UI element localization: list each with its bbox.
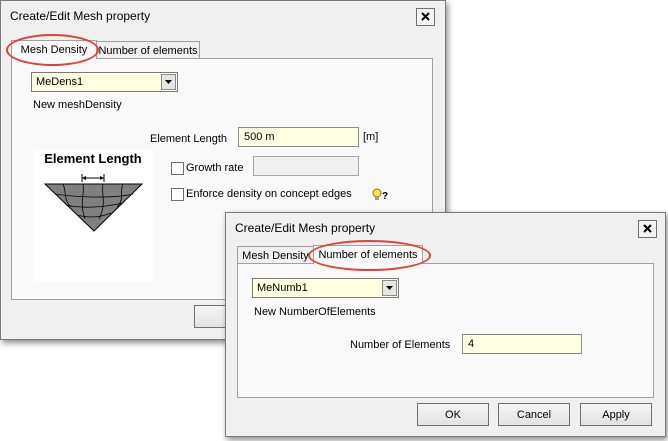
input-value: 500 m	[244, 131, 275, 143]
number-of-elements-input[interactable]: 4	[462, 334, 582, 354]
object-name-label: New meshDensity	[33, 99, 122, 111]
chevron-down-icon	[386, 286, 393, 290]
button-label: Cancel	[516, 409, 552, 421]
close-button[interactable]	[638, 220, 657, 238]
close-icon	[643, 224, 652, 233]
dialog-title: Create/Edit Mesh property	[235, 221, 376, 235]
dropdown-button[interactable]	[161, 74, 176, 90]
dialog-title: Create/Edit Mesh property	[10, 9, 151, 23]
tab-highlight-circle	[308, 240, 431, 271]
number-of-elements-label: Number of Elements	[350, 339, 451, 351]
growth-rate-input[interactable]	[253, 156, 359, 176]
object-name-label: New NumberOfElements	[254, 306, 376, 318]
mesh-property-dialog-elements: Create/Edit Mesh property Mesh Density N…	[225, 212, 666, 437]
tab-highlight-circle	[6, 34, 99, 66]
element-length-label: Element Length	[150, 133, 228, 145]
tab-number-of-elements[interactable]: Number of elements	[96, 41, 200, 59]
number-of-elements-select[interactable]: MeNumb1	[252, 278, 399, 298]
select-value: MeNumb1	[257, 282, 308, 294]
element-length-illustration: Element Length	[33, 149, 153, 281]
dropdown-button[interactable]	[382, 280, 397, 296]
growth-rate-label: Growth rate	[186, 162, 244, 174]
select-value: MeDens1	[36, 76, 84, 88]
mesh-triangle-image	[43, 174, 144, 232]
tab-label: Mesh Density	[242, 250, 309, 262]
close-icon	[421, 12, 430, 21]
mesh-density-select[interactable]: MeDens1	[31, 72, 178, 92]
input-value: 4	[468, 338, 475, 350]
close-button[interactable]	[416, 8, 435, 26]
button-label: Apply	[602, 409, 630, 421]
ok-button[interactable]: OK	[417, 403, 489, 426]
element-length-unit: [m]	[363, 131, 379, 143]
lightbulb-question-icon[interactable]: ?	[372, 188, 388, 202]
enforce-density-label: Enforce density on concept edges	[186, 188, 352, 200]
svg-text:?: ?	[382, 191, 388, 202]
element-length-input[interactable]: 500 m	[238, 127, 359, 147]
apply-button[interactable]: Apply	[580, 403, 652, 426]
title-bar[interactable]: Create/Edit Mesh property	[1, 1, 445, 29]
tab-mesh-density[interactable]: Mesh Density	[237, 246, 314, 264]
button-label: OK	[445, 409, 461, 421]
tab-label: Number of elements	[98, 45, 198, 57]
growth-rate-checkbox[interactable]	[171, 162, 184, 175]
title-bar[interactable]: Create/Edit Mesh property	[226, 213, 665, 241]
tab-panel: MeNumb1 New NumberOfElements Number of E…	[237, 263, 654, 398]
enforce-density-checkbox[interactable]	[171, 188, 184, 201]
chevron-down-icon	[165, 80, 172, 84]
cancel-button[interactable]: Cancel	[498, 403, 570, 426]
